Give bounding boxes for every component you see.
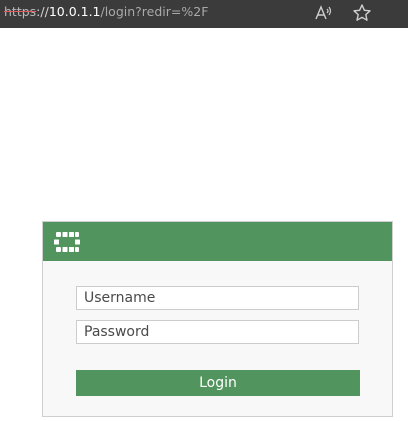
browser-address-bar[interactable]: https://10.0.1.1/login?redir=%2F <box>0 0 408 28</box>
url-separator: :// <box>36 4 49 19</box>
grid-logo-icon <box>54 232 80 252</box>
login-panel: Login <box>42 221 393 417</box>
url-display[interactable]: https://10.0.1.1/login?redir=%2F <box>4 4 208 19</box>
url-scheme: https <box>4 4 37 19</box>
read-aloud-icon[interactable] <box>313 3 333 23</box>
star-icon[interactable] <box>352 3 372 23</box>
username-input[interactable] <box>76 286 359 310</box>
password-input[interactable] <box>76 320 359 344</box>
login-button[interactable]: Login <box>76 370 360 396</box>
url-host: 10.0.1.1 <box>48 4 101 19</box>
login-header <box>43 222 392 261</box>
url-path: /login?redir=%2F <box>100 4 209 19</box>
